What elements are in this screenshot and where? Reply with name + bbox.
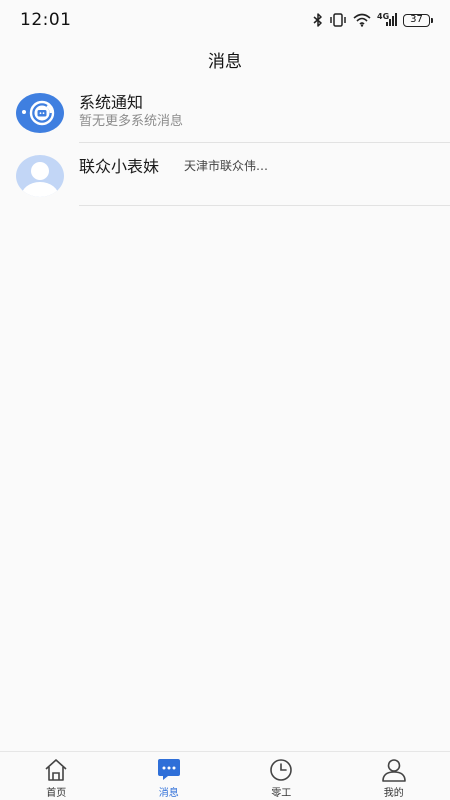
bottom-nav: 首页 消息 零工 我的 xyxy=(0,751,450,800)
nav-gig-work[interactable]: 零工 xyxy=(225,752,338,800)
nav-profile[interactable]: 我的 xyxy=(338,752,450,800)
status-time: 12:01 xyxy=(20,10,72,30)
divider xyxy=(79,205,450,206)
chat-icon xyxy=(157,759,180,780)
default-avatar-icon xyxy=(16,155,64,197)
message-title: 联众小表妹 xyxy=(79,157,160,176)
wifi-icon xyxy=(353,13,371,27)
clock-icon xyxy=(270,759,293,781)
nav-messages[interactable]: 消息 xyxy=(113,752,226,800)
home-icon xyxy=(45,759,67,781)
message-preview: 天津市联众伟… xyxy=(184,159,269,173)
battery-level: 37 xyxy=(410,14,423,25)
nav-label: 首页 xyxy=(46,788,67,799)
nav-home[interactable]: 首页 xyxy=(0,752,113,800)
nav-label: 消息 xyxy=(158,788,179,799)
message-subtitle: 暂无更多系统消息 xyxy=(79,114,184,129)
page-header: 消息 xyxy=(0,40,450,78)
battery-icon: 37 xyxy=(403,13,433,27)
status-bar: 12:01 4G 37 xyxy=(0,0,450,40)
messages-screen: 12:01 4G 37 消息 系统通知 暂无更多系统消息 联众小表妹 天津市联众… xyxy=(0,0,450,800)
network-type-label: 4G xyxy=(377,12,390,21)
vibrate-icon xyxy=(329,13,347,27)
cellular-signal-icon: 4G xyxy=(377,12,397,27)
page-title: 消息 xyxy=(208,51,242,72)
system-notify-icon xyxy=(16,92,64,134)
message-list: 系统通知 暂无更多系统消息 联众小表妹 天津市联众伟… xyxy=(0,80,450,206)
list-item-chat[interactable]: 联众小表妹 天津市联众伟… xyxy=(0,143,450,206)
bluetooth-icon xyxy=(313,13,323,27)
nav-label: 我的 xyxy=(383,788,404,799)
list-item-system-notify[interactable]: 系统通知 暂无更多系统消息 xyxy=(0,80,450,143)
status-icons: 4G 37 xyxy=(313,12,433,27)
nav-label: 零工 xyxy=(271,788,292,799)
profile-icon xyxy=(381,759,406,782)
